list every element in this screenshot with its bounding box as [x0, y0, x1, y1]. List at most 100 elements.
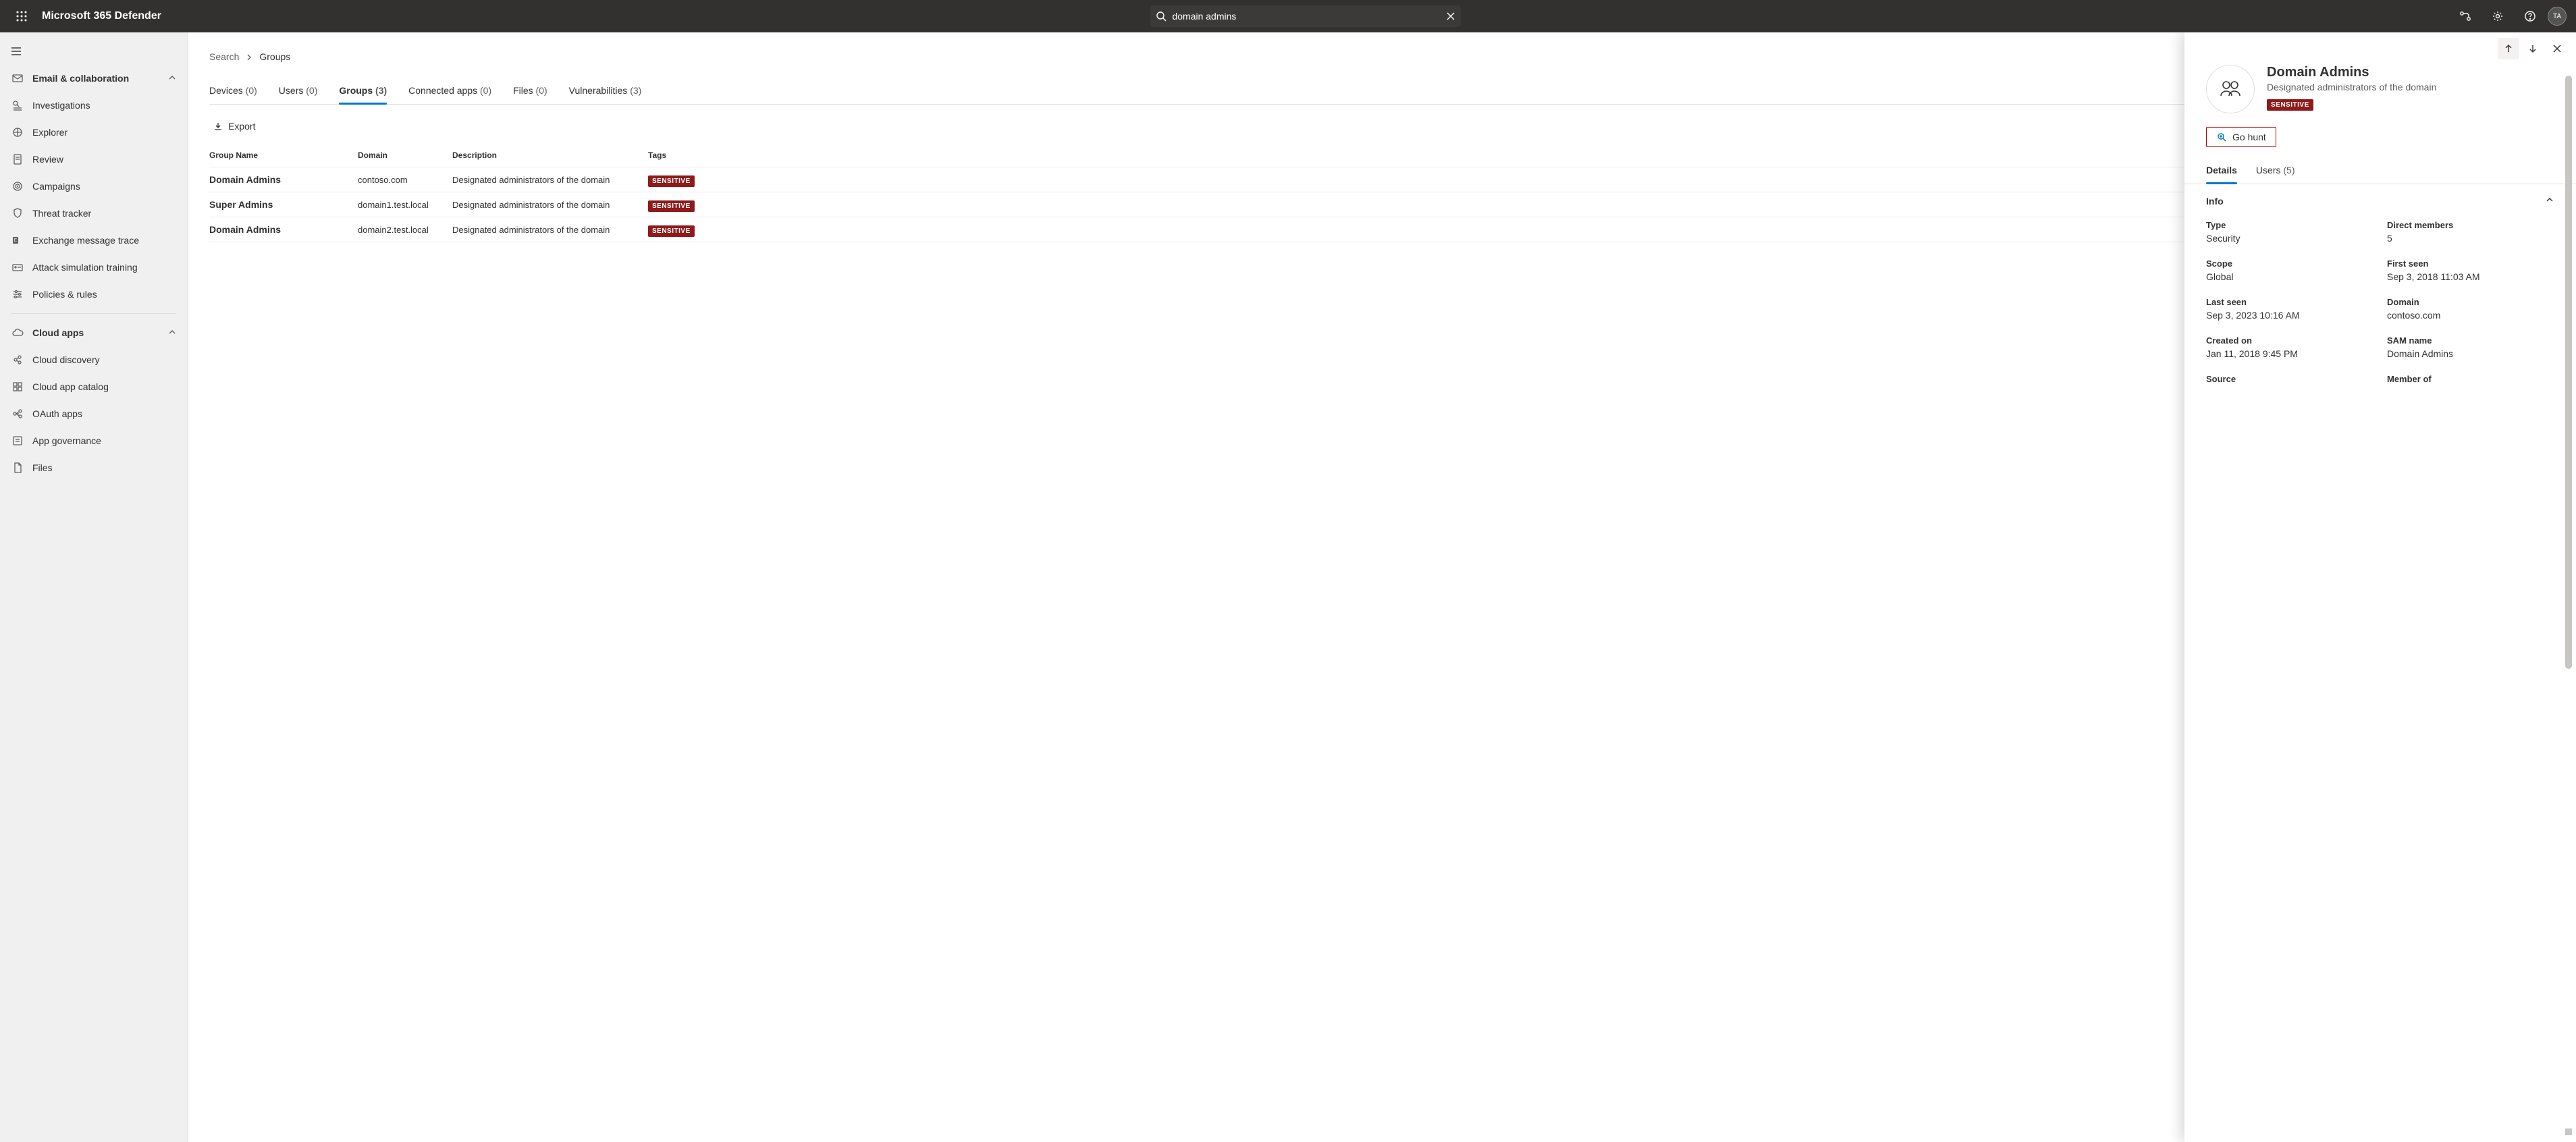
sidebar-toggle-button[interactable]: [0, 38, 32, 65]
explorer-icon: [11, 126, 24, 139]
doc-icon: [11, 153, 24, 166]
navigation-sidebar: Email & collaboration Investigations Expl…: [0, 32, 188, 1142]
details-panel: Domain Admins Designated administrators …: [2184, 32, 2576, 1142]
cell-domain: domain2.test.local: [358, 225, 452, 235]
chevron-up-icon: [168, 327, 176, 338]
gear-icon: [2492, 10, 2504, 22]
field-domain: Domain contoso.com: [2387, 297, 2554, 321]
info-section-title: Info: [2206, 196, 2545, 207]
sidebar-item-investigations[interactable]: Investigations: [0, 92, 187, 119]
panel-tab-details[interactable]: Details: [2206, 158, 2237, 184]
sidebar-item-label: App governance: [32, 435, 101, 446]
main-content: Search Groups Devices (0) Users (0) Groups…: [188, 32, 2576, 1142]
sidebar-section-label: Cloud apps: [32, 327, 84, 338]
sidebar-item-attack-simulation-training[interactable]: Attack simulation training: [0, 254, 187, 281]
close-icon: [2552, 44, 2562, 53]
tab-groups[interactable]: Groups (3): [339, 78, 387, 104]
panel-tab-users[interactable]: Users (5): [2256, 158, 2295, 184]
files-icon: [11, 461, 24, 474]
th-domain[interactable]: Domain: [358, 151, 452, 160]
th-description[interactable]: Description: [452, 151, 648, 160]
app-launcher-button[interactable]: [5, 0, 38, 32]
sidebar-section-label: Email & collaboration: [32, 73, 129, 84]
panel-prev-button[interactable]: [2498, 38, 2519, 59]
scroll-down-button[interactable]: [2565, 1129, 2572, 1135]
arrow-up-icon: [2504, 44, 2513, 53]
tab-connected-apps[interactable]: Connected apps (0): [408, 78, 491, 104]
help-icon: [2524, 10, 2536, 22]
sidebar-item-label: Exchange message trace: [32, 235, 139, 246]
panel-title: Domain Admins: [2267, 65, 2436, 80]
scrollbar-thumb[interactable]: [2565, 76, 2572, 669]
oauth-icon: [11, 407, 24, 420]
sidebar-item-label: Cloud discovery: [32, 354, 100, 365]
sidebar-item-app-governance[interactable]: App governance: [0, 427, 187, 454]
sidebar-item-review[interactable]: Review: [0, 146, 187, 173]
cloud-icon: [11, 326, 24, 339]
panel-scrollbar[interactable]: [2565, 76, 2572, 1135]
cell-domain: domain1.test.local: [358, 200, 452, 210]
download-icon: [213, 121, 223, 131]
breadcrumb-current: Groups: [259, 51, 290, 62]
sidebar-item-campaigns[interactable]: Campaigns: [0, 173, 187, 200]
field-direct-members: Direct members 5: [2387, 220, 2554, 244]
svg-text:E: E: [14, 238, 18, 243]
flow-icon-button[interactable]: [2450, 0, 2480, 32]
hamburger-icon: [11, 46, 22, 57]
sidebar-item-threat-tracker[interactable]: Threat tracker: [0, 200, 187, 227]
sidebar-item-cloud-app-catalog[interactable]: Cloud app catalog: [0, 373, 187, 400]
export-button[interactable]: Export: [209, 118, 259, 134]
chevron-right-icon: [246, 51, 252, 62]
app-title: Microsoft 365 Defender: [42, 10, 161, 22]
sidebar-item-label: Investigations: [32, 100, 90, 111]
cell-tags: SENSITIVE: [648, 199, 702, 210]
exchange-icon: E: [11, 234, 24, 247]
info-section-header[interactable]: Info: [2206, 184, 2554, 212]
settings-button[interactable]: [2483, 0, 2513, 32]
search-clear-button[interactable]: [1446, 11, 1455, 21]
sidebar-section-cloud-apps[interactable]: Cloud apps: [0, 319, 187, 346]
sidebar-item-files[interactable]: Files: [0, 454, 187, 481]
th-name[interactable]: Group Name: [209, 151, 358, 160]
search-input[interactable]: [1172, 11, 1446, 22]
user-avatar[interactable]: TA: [2548, 7, 2567, 26]
flow-icon: [2459, 10, 2471, 22]
governance-icon: [11, 434, 24, 447]
field-scope: Scope Global: [2206, 259, 2373, 282]
global-search[interactable]: [1150, 5, 1461, 27]
sim-icon: [11, 261, 24, 274]
sensitive-badge: SENSITIVE: [648, 225, 695, 237]
info-grid: Type Security Direct members 5 Scope Glo…: [2206, 212, 2554, 400]
panel-subtitle: Designated administrators of the domain: [2267, 82, 2436, 92]
sidebar-section-email-collab[interactable]: Email & collaboration: [0, 65, 187, 92]
cell-group-name: Domain Admins: [209, 224, 358, 235]
sidebar-item-policies-rules[interactable]: Policies & rules: [0, 281, 187, 308]
shield-icon: [11, 207, 24, 220]
tab-files[interactable]: Files (0): [513, 78, 547, 104]
sidebar-item-exchange-message-trace[interactable]: E Exchange message trace: [0, 227, 187, 254]
tab-users[interactable]: Users (0): [279, 78, 318, 104]
th-tags[interactable]: Tags: [648, 151, 702, 160]
panel-next-button[interactable]: [2522, 38, 2544, 59]
help-button[interactable]: [2515, 0, 2545, 32]
field-member-of: Member of: [2387, 374, 2554, 387]
cell-group-name: Super Admins: [209, 199, 358, 210]
go-hunt-button[interactable]: Go hunt: [2206, 127, 2276, 147]
sidebar-item-oauth-apps[interactable]: OAuth apps: [0, 400, 187, 427]
export-label: Export: [228, 121, 255, 132]
search-icon: [1156, 11, 1166, 22]
tab-devices[interactable]: Devices (0): [209, 78, 257, 104]
go-hunt-label: Go hunt: [2232, 132, 2266, 142]
panel-close-button[interactable]: [2546, 38, 2568, 59]
breadcrumb-root[interactable]: Search: [209, 51, 239, 62]
sidebar-item-cloud-discovery[interactable]: Cloud discovery: [0, 346, 187, 373]
cell-tags: SENSITIVE: [648, 174, 702, 185]
sidebar-item-explorer[interactable]: Explorer: [0, 119, 187, 146]
field-source: Source: [2206, 374, 2373, 387]
sidebar-item-label: Threat tracker: [32, 208, 91, 219]
cell-description: Designated administrators of the domain: [452, 225, 648, 235]
tab-vulnerabilities[interactable]: Vulnerabilities (3): [569, 78, 642, 104]
catalog-icon: [11, 380, 24, 393]
cell-tags: SENSITIVE: [648, 224, 702, 235]
sidebar-item-label: Attack simulation training: [32, 262, 138, 273]
